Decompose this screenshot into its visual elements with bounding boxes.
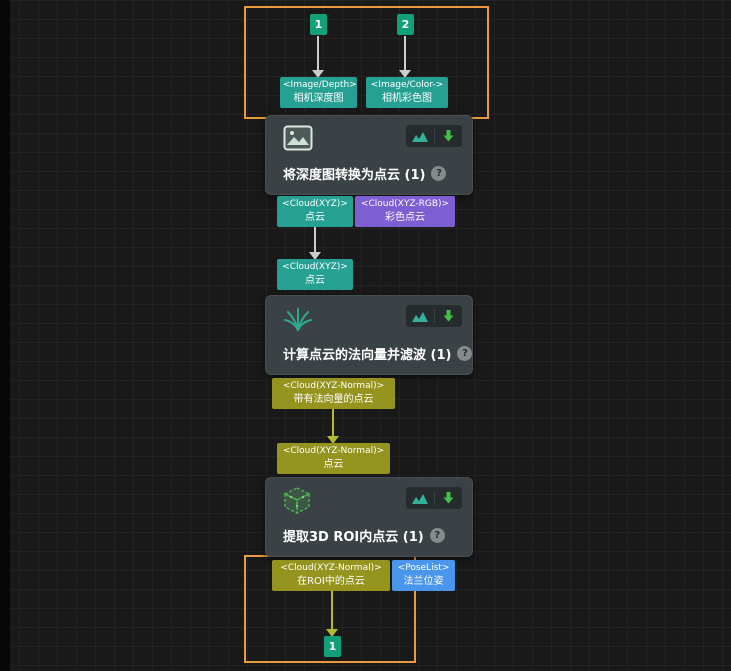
port-cloud-xyz-out[interactable]: <Cloud(XYZ)> 点云	[277, 196, 353, 227]
connection-normals-to-roi[interactable]	[332, 408, 334, 436]
port-name: 彩色点云	[358, 211, 452, 224]
port-cloud-normal-out[interactable]: <Cloud(XYZ-Normal)> 带有法向量的点云	[272, 378, 395, 409]
sink-marker-1[interactable]: 1	[324, 636, 341, 657]
port-camera-color[interactable]: <Image/Color-> 相机彩色图	[366, 77, 448, 108]
run-to-here-button[interactable]	[437, 488, 459, 508]
port-name: 点云	[280, 274, 350, 287]
node-toolbar	[406, 487, 462, 509]
port-cloud-normal-in[interactable]: <Cloud(XYZ-Normal)> 点云	[277, 443, 390, 474]
port-name: 带有法向量的点云	[275, 393, 392, 406]
node-toolbar	[406, 305, 462, 327]
run-to-here-button[interactable]	[437, 126, 459, 146]
connection-source1-depth[interactable]	[317, 36, 319, 70]
port-camera-depth[interactable]: <Image/Depth> 相机深度图	[280, 77, 357, 108]
run-arrow-icon	[442, 309, 455, 323]
port-type: <Cloud(XYZ)>	[280, 199, 350, 211]
port-name: 相机深度图	[283, 92, 354, 105]
port-cloud-roi-out[interactable]: <Cloud(XYZ-Normal)> 在ROI中的点云	[272, 560, 390, 591]
node-compute-normals[interactable]: 计算点云的法向量并滤波 (1) ?	[265, 295, 473, 375]
port-cloud-rgb-out[interactable]: <Cloud(XYZ-RGB)> 彩色点云	[355, 196, 455, 227]
port-type: <Cloud(XYZ)>	[280, 262, 350, 274]
grass-icon	[283, 305, 313, 335]
connection-roi-to-sink[interactable]	[331, 590, 333, 629]
toolbar-divider	[434, 309, 435, 323]
toolbar-divider	[434, 491, 435, 505]
left-edge	[0, 0, 10, 671]
connection-cloud-to-normals[interactable]	[314, 226, 316, 252]
visualize-button[interactable]	[409, 126, 431, 146]
visualize-icon	[411, 492, 429, 505]
node-title: 将深度图转换为点云 (1)	[283, 164, 425, 183]
port-cloud-xyz-in[interactable]: <Cloud(XYZ)> 点云	[277, 259, 353, 290]
visualize-icon	[411, 130, 429, 143]
port-type: <Cloud(XYZ-RGB)>	[358, 199, 452, 211]
visualize-button[interactable]	[409, 306, 431, 326]
visualize-icon	[411, 310, 429, 323]
cube-icon	[283, 487, 311, 518]
port-type: <PoseList>	[395, 563, 452, 575]
visualize-button[interactable]	[409, 488, 431, 508]
port-pose-list-out[interactable]: <PoseList> 法兰位姿	[392, 560, 455, 591]
run-arrow-icon	[442, 491, 455, 505]
node-depth-to-cloud[interactable]: 将深度图转换为点云 (1) ?	[265, 115, 473, 195]
port-type: <Image/Color->	[369, 80, 445, 92]
node-toolbar	[406, 125, 462, 147]
node-title: 提取3D ROI内点云 (1)	[283, 526, 424, 545]
port-name: 点云	[280, 211, 350, 224]
port-type: <Cloud(XYZ-Normal)>	[275, 563, 387, 575]
help-badge[interactable]: ?	[430, 528, 445, 543]
help-badge[interactable]: ?	[431, 166, 446, 181]
port-type: <Cloud(XYZ-Normal)>	[280, 446, 387, 458]
port-type: <Cloud(XYZ-Normal)>	[275, 381, 392, 393]
port-name: 相机彩色图	[369, 92, 445, 105]
run-arrow-icon	[442, 129, 455, 143]
port-name: 法兰位姿	[395, 575, 452, 588]
node-extract-roi[interactable]: 提取3D ROI内点云 (1) ?	[265, 477, 473, 557]
help-badge[interactable]: ?	[457, 346, 472, 361]
source-marker-2[interactable]: 2	[397, 14, 414, 35]
port-type: <Image/Depth>	[283, 80, 354, 92]
connection-source2-color[interactable]	[404, 36, 406, 70]
node-title: 计算点云的法向量并滤波 (1)	[283, 344, 451, 363]
image-icon	[283, 125, 313, 155]
port-name: 点云	[280, 458, 387, 471]
port-name: 在ROI中的点云	[275, 575, 387, 588]
node-graph-canvas[interactable]: 1 2 <Image/Depth> 相机深度图 <Image/Color-> 相…	[0, 0, 731, 671]
source-marker-1[interactable]: 1	[310, 14, 327, 35]
run-to-here-button[interactable]	[437, 306, 459, 326]
toolbar-divider	[434, 129, 435, 143]
